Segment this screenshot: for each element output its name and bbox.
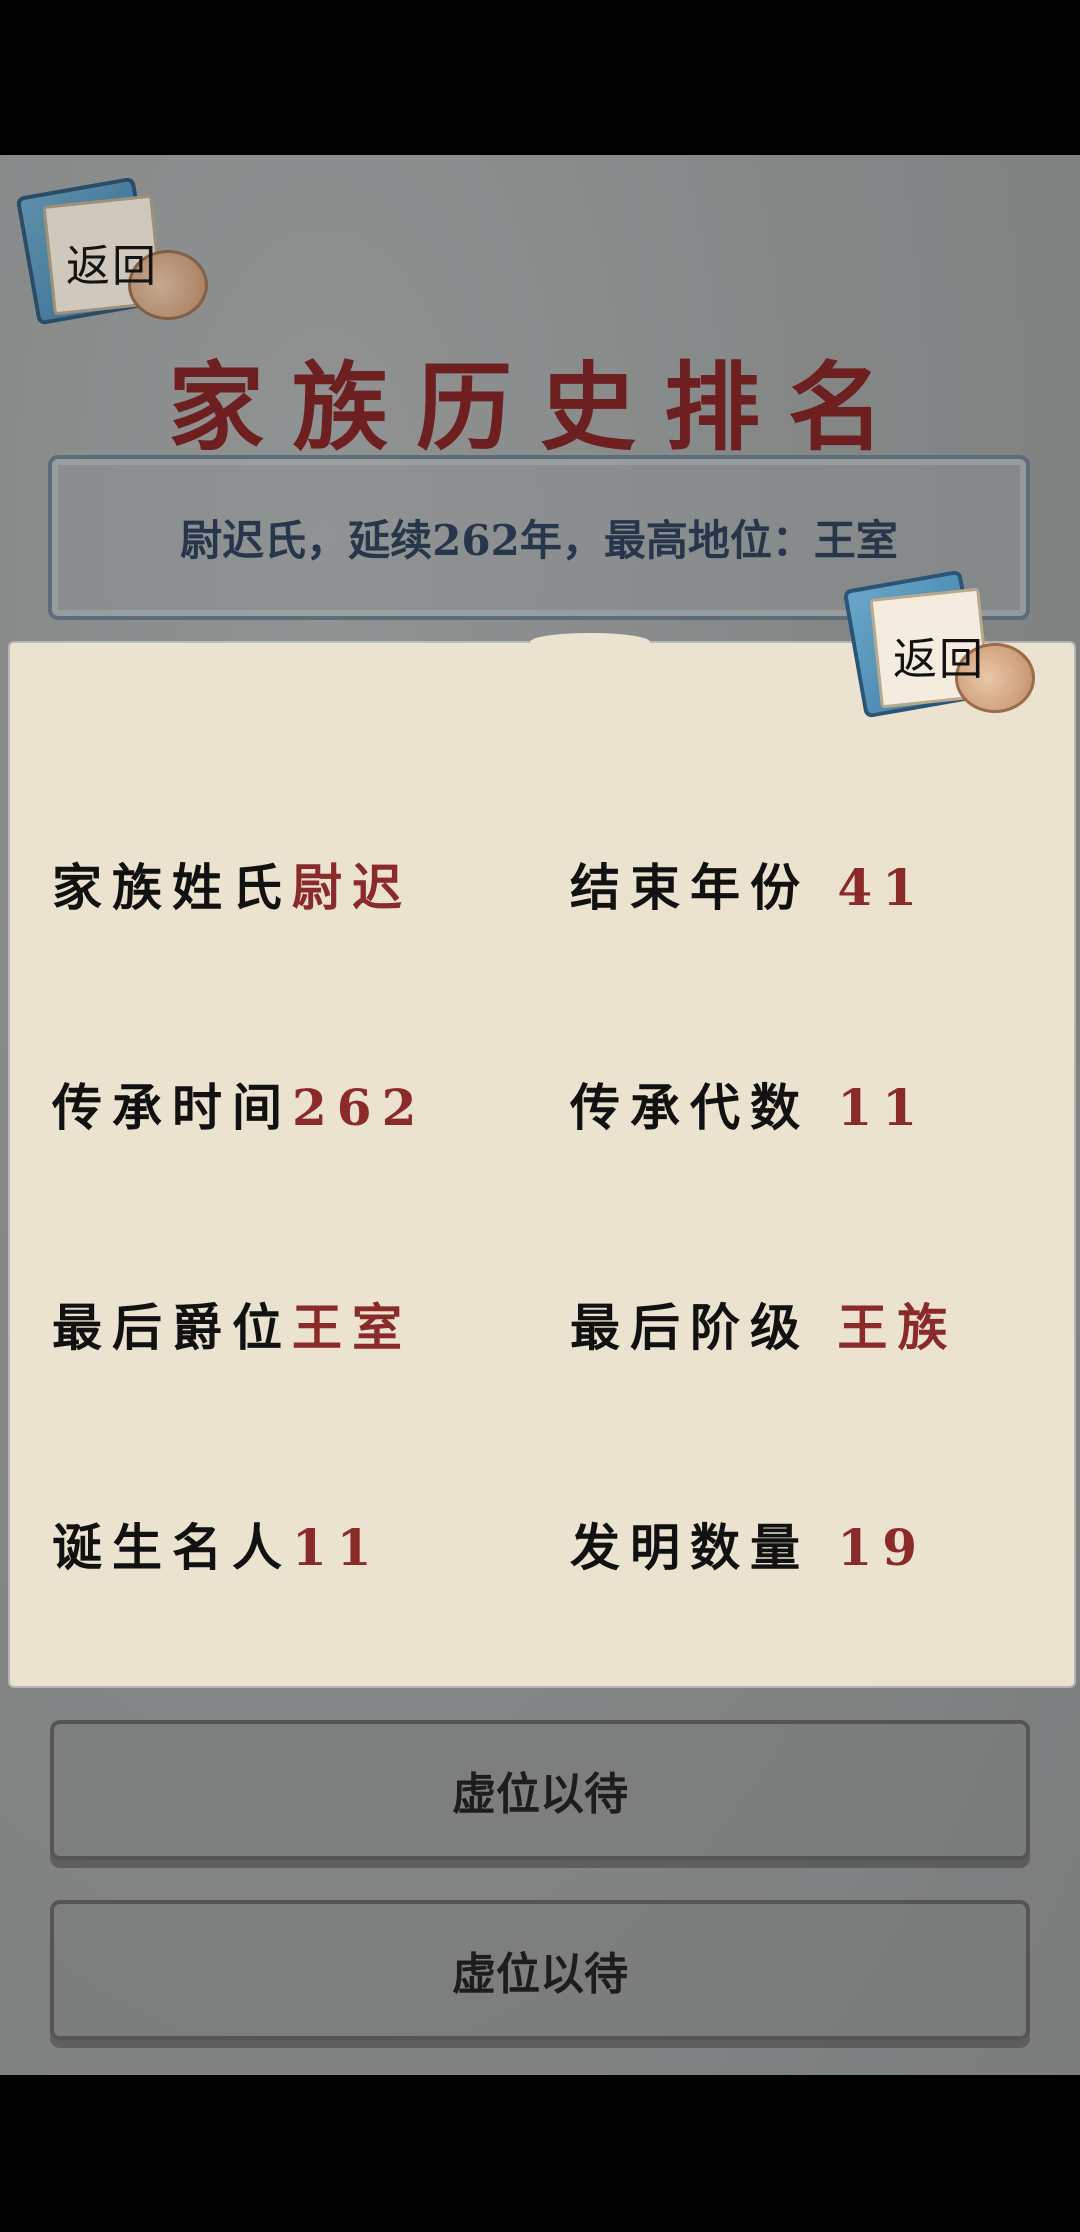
navigation-bar (0, 2075, 1080, 2232)
ranking-slot-label: 虚位以待 (452, 1769, 628, 1820)
back-button-label: 返回 (66, 241, 158, 292)
page-title: 家族历史排名 (168, 351, 912, 464)
ranking-slot[interactable]: 虚位以待 (50, 1720, 1030, 1860)
stat-end-year: 结束年份 41 (570, 858, 928, 917)
ranking-slot-label: 虚位以待 (452, 1949, 628, 2000)
family-detail-popup: 返回 家族姓氏尉迟 结束年份 41 传承时间262 传承代数 11 最后爵位王室… (10, 569, 1074, 1686)
stat-last-class: 最后阶级 王族 (570, 1298, 958, 1357)
popup-back-label: 返回 (893, 634, 985, 685)
ranking-slot[interactable]: 虚位以待 (50, 1900, 1030, 2040)
stat-famous-people: 诞生名人11 (52, 1518, 382, 1577)
book-pages-icon (42, 194, 164, 316)
stat-inheritance-time: 传承时间262 (52, 1078, 427, 1137)
stat-last-title: 最后爵位王室 (52, 1298, 412, 1357)
book-icon (15, 176, 157, 326)
stat-family-surname: 家族姓氏尉迟 (52, 858, 412, 917)
popup-back-button[interactable]: 返回 (842, 569, 1035, 723)
stat-generations: 传承代数 11 (570, 1078, 928, 1137)
scroll-icon (128, 250, 208, 320)
stat-inventions: 发明数量 19 (570, 1518, 928, 1577)
back-button[interactable]: 返回 (15, 176, 208, 330)
status-bar (0, 0, 1080, 155)
